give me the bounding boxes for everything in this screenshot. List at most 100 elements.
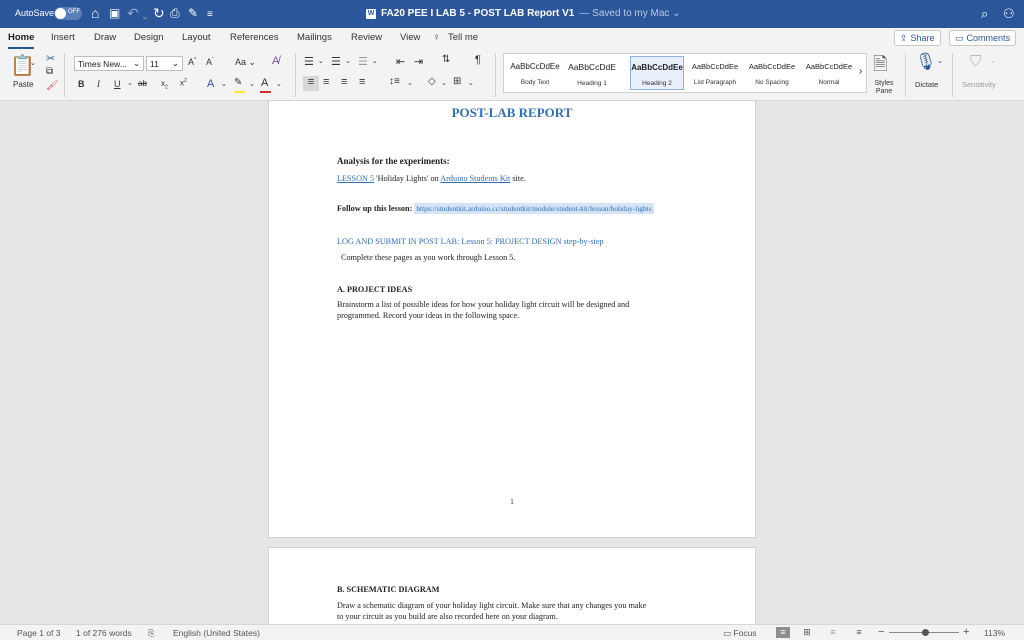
line-spacing-icon[interactable]: ↕≡ [389,76,400,87]
account-icon[interactable]: ⚇ [1003,6,1015,22]
lesson-link[interactable]: LESSON 5 [337,174,374,183]
sort-icon[interactable]: ⇅ [442,54,450,65]
align-right-icon[interactable]: ≡ [341,76,347,88]
document-page-1[interactable]: POST-LAB REPORT Analysis for the experim… [268,101,756,538]
shrink-font-icon[interactable]: Aˇ [206,57,214,67]
subscript-icon[interactable]: x2 [161,79,168,91]
tab-home[interactable]: Home [8,32,35,49]
italic-icon[interactable]: I [97,79,100,89]
tab-view[interactable]: View [400,32,420,43]
saved-status[interactable]: — Saved to my Mac ⌄ [579,8,680,19]
align-left-icon[interactable]: ≡ [303,76,319,91]
autosave-toggle[interactable]: OFF [54,7,82,20]
underline-dropdown-icon[interactable]: ⌄ [127,79,133,87]
home-icon[interactable]: ⌂ [91,5,99,21]
shading-icon[interactable]: ◇ [428,76,436,87]
shading-dropdown-icon[interactable]: ⌄ [441,79,447,87]
font-color-dropdown-icon[interactable]: ⌄ [276,80,282,88]
copy-icon[interactable]: ⧉ [46,66,53,77]
numbering-dropdown-icon[interactable]: ⌄ [345,57,351,65]
font-name-dropdown[interactable]: Times New... ⌄ [74,56,144,71]
document-page-2[interactable]: B. SCHEMATIC DIAGRAM Draw a schematic di… [268,547,756,624]
save-icon[interactable]: ▣ [109,5,120,21]
style-list-paragraph[interactable]: AaBbCcDdEe List Paragraph [688,56,742,90]
borders-dropdown-icon[interactable]: ⌄ [468,79,474,87]
print-icon[interactable]: ⎙ [170,5,180,21]
borders-icon[interactable]: ⊞ [453,76,461,87]
style-no-spacing[interactable]: AaBbCcDdEe No Spacing [745,56,799,90]
chevron-right-icon[interactable]: › [859,66,862,77]
microphone-icon[interactable]: 🎙 [915,52,937,72]
arduino-site-link[interactable]: Arduino Students Kit [440,174,510,183]
decrease-indent-icon[interactable]: ⇤ [396,55,405,68]
dictate-dropdown-icon[interactable]: ⌄ [937,57,943,65]
language-indicator[interactable]: English (United States) [173,628,260,638]
sensitivity-icon[interactable]: ⛉ [970,53,981,70]
share-button[interactable]: ⇪ Share [894,30,941,46]
page-count[interactable]: Page 1 of 3 [17,628,60,638]
underline-icon[interactable]: U [114,79,121,89]
cut-icon[interactable]: ✂ [46,52,55,65]
style-heading-1[interactable]: AaBbCcDdE Heading 1 [565,56,619,90]
bold-icon[interactable]: B [78,79,85,89]
numbering-icon[interactable]: ☰ [331,55,341,68]
sensitivity-dropdown-icon[interactable]: ⌄ [990,57,996,65]
show-formatting-icon[interactable]: ¶ [475,54,481,66]
print-layout-view-icon[interactable]: ≡ [776,627,790,638]
multilevel-list-icon[interactable]: ☰ [358,55,368,68]
word-count[interactable]: 1 of 276 words [76,628,132,638]
tab-insert[interactable]: Insert [51,32,75,43]
bullets-icon[interactable]: ☰ [304,55,314,68]
tab-review[interactable]: Review [351,32,382,43]
clear-formatting-icon[interactable]: A̸ [272,55,279,67]
text-effects-dropdown-icon[interactable]: ⌄ [221,80,227,88]
sensitivity-label[interactable]: Sensitivity [962,80,996,89]
align-center-icon[interactable]: ≡ [323,76,329,88]
font-color-icon[interactable]: A [261,77,268,89]
zoom-in-icon[interactable]: + [963,626,969,638]
document-canvas[interactable]: POST-LAB REPORT Analysis for the experim… [0,101,1024,624]
outline-view-icon[interactable]: ≡ [826,627,840,638]
edit-icon[interactable]: ✎ [188,5,198,21]
customize-toolbar-icon[interactable]: ≡ [207,7,213,23]
multilevel-dropdown-icon[interactable]: ⌄ [372,57,378,65]
web-layout-view-icon[interactable]: ⊞ [800,627,814,638]
zoom-level[interactable]: 113% [984,628,1005,638]
tab-draw[interactable]: Draw [94,32,116,43]
text-effects-icon[interactable]: A [207,78,214,90]
tab-mailings[interactable]: Mailings [297,32,332,43]
redo-icon[interactable]: ↻ [153,5,165,21]
tab-references[interactable]: References [230,32,279,43]
style-normal[interactable]: AaBbCcDdEe Normal [802,56,856,90]
increase-indent-icon[interactable]: ⇥ [414,55,423,68]
zoom-slider-handle[interactable] [922,629,929,636]
highlight-icon[interactable]: ✎ [234,77,242,88]
styles-pane-label[interactable]: Styles Pane [873,80,895,96]
line-spacing-dropdown-icon[interactable]: ⌄ [407,79,413,87]
font-size-dropdown[interactable]: 11 ⌄ [146,56,183,71]
tab-design[interactable]: Design [134,32,164,43]
strikethrough-icon[interactable]: ab [138,79,147,88]
style-heading-2[interactable]: AaBbCcDdEe Heading 2 [630,56,684,90]
undo-dropdown-icon[interactable]: ⌄ [141,8,149,24]
grow-font-icon[interactable]: A^ [188,57,196,67]
focus-mode-button[interactable]: ▭ Focus [723,628,757,639]
superscript-icon[interactable]: x2 [180,78,187,88]
style-body-text[interactable]: AaBbCcDdEe Body Text [508,56,562,90]
search-icon[interactable]: ⌕ [981,6,988,22]
change-case-button[interactable]: Aa ⌄ [235,57,256,68]
highlight-dropdown-icon[interactable]: ⌄ [249,80,255,88]
tell-me-search[interactable]: Tell me [448,32,478,43]
zoom-out-icon[interactable]: − [878,626,884,638]
draft-view-icon[interactable]: ≡ [852,627,866,638]
bullets-dropdown-icon[interactable]: ⌄ [318,57,324,65]
follow-up-url[interactable]: https://studentkit.arduino.cc/studentkit… [414,203,654,214]
format-painter-icon[interactable]: 🖌 [46,80,59,91]
justify-icon[interactable]: ≡ [359,76,365,88]
undo-icon[interactable]: ↶ [127,5,139,21]
proofing-icon[interactable]: ⎘ [148,628,155,639]
dictate-label[interactable]: Dictate [915,80,938,89]
paste-dropdown-icon[interactable]: ⌄ [30,59,36,67]
comments-button[interactable]: ▭ Comments [949,30,1017,46]
styles-pane-icon[interactable]: 🗎 [873,52,887,82]
